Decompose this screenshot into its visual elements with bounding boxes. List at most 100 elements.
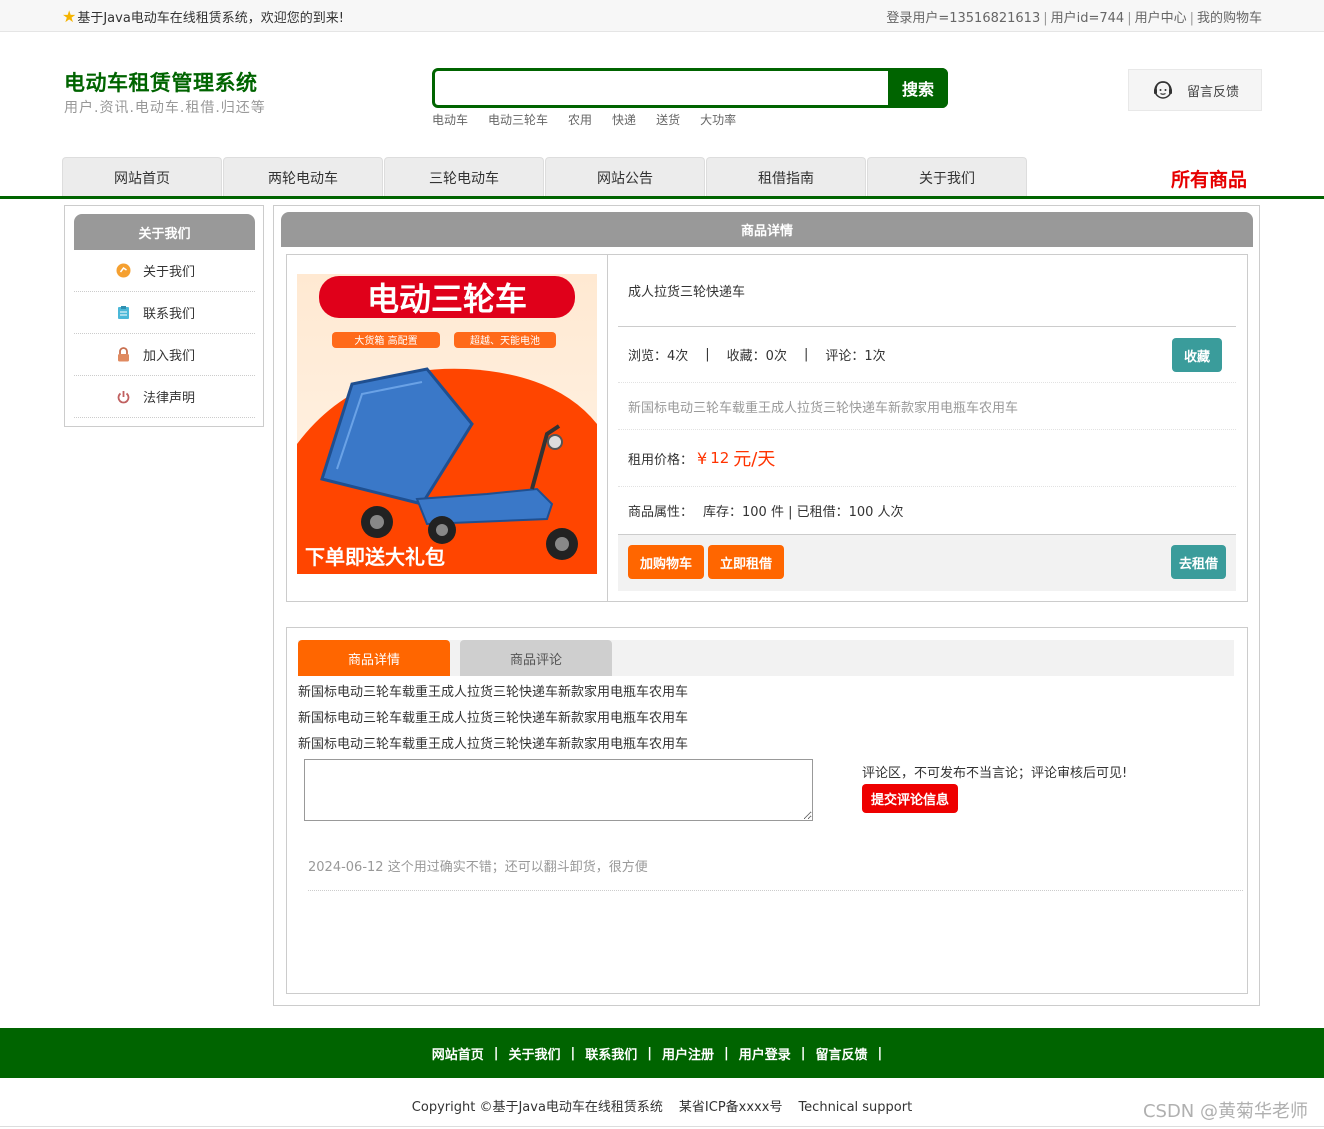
watermark: CSDN @黄菊华老师 — [1142, 1101, 1308, 1122]
tab-product-comments[interactable]: 商品评论 — [460, 640, 612, 676]
product-stats: 浏览：4次 | 收藏：0次 | 评论：1次 — [618, 327, 1236, 383]
hotword-link[interactable]: 电动三轮车 — [488, 111, 548, 128]
copyright: Copyright ©基于Java电动车在线租赁系统 某省ICP备xxxx号 Tec… — [0, 1096, 1324, 1115]
comment-notice: 评论区，不可发布不当言论；评论审核后可见! — [862, 766, 1128, 781]
currency-symbol: ¥ — [697, 448, 708, 468]
hotword-link[interactable]: 大功率 — [700, 111, 736, 128]
nav-item-announcements[interactable]: 网站公告 — [545, 157, 705, 197]
price-label: 租用价格： — [628, 452, 694, 468]
icp-number: 某省ICP备xxxx号 — [678, 1100, 783, 1115]
action-bar: 加购物车 立即租借 去租借 — [618, 535, 1236, 591]
feedback-button[interactable]: 留言反馈 — [1128, 69, 1262, 111]
comment-text: 这个用过确实不错；还可以翻斗卸货，很方便 — [387, 860, 648, 875]
footer-nav: 网站首页 | 关于我们 | 联系我们 | 用户注册 | 用户登录 | 留言反馈 | — [0, 1028, 1324, 1078]
site-subtitle: 用户.资讯.电动车.租借.归还等 — [64, 100, 266, 116]
sidebar-item-contact[interactable]: 联系我们 — [74, 292, 255, 334]
product-detail: 电动三轮车 大货箱 高配置 超越、天能电池 下单即送大礼包 成人拉货三轮快递车 … — [286, 254, 1248, 602]
product-name: 成人拉货三轮快递车 — [618, 255, 1236, 327]
customer-service-icon — [1153, 81, 1172, 99]
user-center-link[interactable]: 用户中心 — [1135, 11, 1187, 26]
product-image[interactable]: 电动三轮车 大货箱 高配置 超越、天能电池 下单即送大礼包 — [297, 274, 597, 574]
cart-link[interactable]: 我的购物车 — [1197, 11, 1262, 26]
rent-now-button[interactable]: 立即租借 — [708, 545, 784, 579]
user-id-link[interactable]: 用户id=744 — [1051, 11, 1125, 26]
main-nav: 网站首页 两轮电动车 三轮电动车 网站公告 租借指南 关于我们 — [62, 157, 1027, 197]
go-rent-button[interactable]: 去租借 — [1171, 545, 1226, 579]
hotword-link[interactable]: 快递 — [612, 111, 636, 128]
welcome-message: ★ 基于Java电动车在线租赁系统，欢迎您的到来! — [62, 7, 344, 26]
footer-link-contact[interactable]: 联系我们 — [585, 1044, 637, 1063]
hotword-link[interactable]: 农用 — [568, 111, 592, 128]
nav-divider — [0, 196, 1324, 199]
nav-item-home[interactable]: 网站首页 — [62, 157, 222, 197]
sidebar-item-label: 法律声明 — [143, 391, 196, 406]
image-tag-left: 大货箱 高配置 — [354, 334, 417, 347]
image-bottom-slogan: 下单即送大礼包 — [305, 545, 445, 569]
views-count: 浏览：4次 — [628, 349, 689, 364]
hotword-link[interactable]: 送货 — [656, 111, 680, 128]
nav-item-three-wheel[interactable]: 三轮电动车 — [384, 157, 544, 197]
comment-textarea[interactable] — [304, 759, 813, 821]
lock-icon — [116, 347, 131, 362]
image-tag-right: 超越、天能电池 — [470, 334, 540, 347]
bottom-divider — [0, 1126, 1324, 1127]
power-icon — [116, 389, 131, 404]
search-input[interactable] — [435, 71, 888, 105]
user-links: 登录用户=13516821613 | 用户id=744 | 用户中心 | 我的购物车 — [886, 11, 1262, 26]
comment-item: 2024-06-12 这个用过确实不错；还可以翻斗卸货，很方便 — [308, 856, 1243, 891]
copyright-text: Copyright ©基于Java电动车在线租赁系统 — [411, 1100, 663, 1115]
detail-line: 新国标电动三轮车载重王成人拉货三轮快递车新款家用电瓶车农用车 — [298, 711, 689, 726]
product-attributes: 商品属性： 库存：100 件 | 已租借：100 人次 — [618, 487, 1236, 535]
site-title[interactable]: 电动车租赁管理系统 — [64, 67, 258, 97]
tab-bar: 商品详情 商品评论 — [298, 640, 1234, 676]
sidebar-list: 关于我们 联系我们 加入我们 法律声明 — [74, 250, 255, 418]
add-to-cart-button[interactable]: 加购物车 — [628, 545, 704, 579]
price-value: 12 — [710, 449, 730, 467]
footer-link-login[interactable]: 用户登录 — [739, 1044, 791, 1063]
detail-text: 新国标电动三轮车载重王成人拉货三轮快递车新款家用电瓶车农用车 新国标电动三轮车载… — [298, 680, 688, 758]
attributes-text: 库存：100 件 | 已租借：100 人次 — [703, 505, 904, 520]
section-title: 商品详情 — [281, 212, 1253, 247]
favorites-count: 收藏：0次 — [726, 349, 787, 364]
feedback-label: 留言反馈 — [1186, 84, 1239, 100]
main-panel: 商品详情 电动三轮车 大货箱 高配置 超越、天能电池 下单即送大礼包 成人拉货三… — [273, 205, 1260, 1006]
sidebar: 关于我们 关于我们 联系我们 加入我们 法律声明 — [64, 205, 264, 427]
tab-product-details[interactable]: 商品详情 — [298, 640, 450, 676]
sidebar-item-label: 加入我们 — [143, 349, 196, 364]
clipboard-icon — [116, 305, 131, 320]
detail-line: 新国标电动三轮车载重王成人拉货三轮快递车新款家用电瓶车农用车 — [298, 685, 689, 700]
nav-item-about[interactable]: 关于我们 — [867, 157, 1027, 197]
hot-keywords: 电动车 电动三轮车 农用 快递 送货 大功率 — [432, 111, 736, 128]
search-button[interactable]: 搜索 — [888, 68, 948, 108]
search-bar: 搜索 — [432, 68, 948, 108]
footer-link-home[interactable]: 网站首页 — [432, 1044, 484, 1063]
comments-count: 评论：1次 — [825, 349, 886, 364]
sidebar-item-label: 联系我们 — [143, 307, 196, 322]
sidebar-item-legal[interactable]: 法律声明 — [74, 376, 255, 418]
detail-line: 新国标电动三轮车载重王成人拉货三轮快递车新款家用电瓶车农用车 — [298, 737, 689, 752]
footer-link-about[interactable]: 关于我们 — [508, 1044, 560, 1063]
top-bar: ★ 基于Java电动车在线租赁系统，欢迎您的到来! 登录用户=135168216… — [0, 0, 1324, 32]
welcome-text: 基于Java电动车在线租赁系统，欢迎您的到来! — [77, 11, 345, 26]
detail-divider — [607, 255, 608, 601]
login-user-link[interactable]: 登录用户=13516821613 — [886, 11, 1040, 26]
submit-comment-button[interactable]: 提交评论信息 — [862, 784, 958, 813]
sidebar-item-about[interactable]: 关于我们 — [74, 250, 255, 292]
sidebar-item-join[interactable]: 加入我们 — [74, 334, 255, 376]
footer-link-register[interactable]: 用户注册 — [662, 1044, 714, 1063]
nav-item-two-wheel[interactable]: 两轮电动车 — [223, 157, 383, 197]
hotword-link[interactable]: 电动车 — [432, 111, 468, 128]
price-unit: 元/天 — [733, 449, 776, 470]
sidebar-title: 关于我们 — [74, 214, 255, 250]
footer-link-feedback[interactable]: 留言反馈 — [816, 1044, 868, 1063]
product-price: 租用价格： ¥ 12 元/天 — [618, 430, 1236, 487]
comment-date: 2024-06-12 — [308, 860, 384, 875]
orange-circle-icon — [116, 263, 131, 278]
favorite-button[interactable]: 收藏 — [1172, 338, 1222, 372]
nav-item-rental-guide[interactable]: 租借指南 — [706, 157, 866, 197]
all-goods-link[interactable]: 所有商品 — [1171, 165, 1247, 192]
sidebar-item-label: 关于我们 — [143, 265, 196, 280]
product-description: 新国标电动三轮车载重王成人拉货三轮快递车新款家用电瓶车农用车 — [618, 383, 1236, 430]
image-headline: 电动三轮车 — [367, 280, 527, 318]
technical-support: Technical support — [798, 1100, 913, 1115]
